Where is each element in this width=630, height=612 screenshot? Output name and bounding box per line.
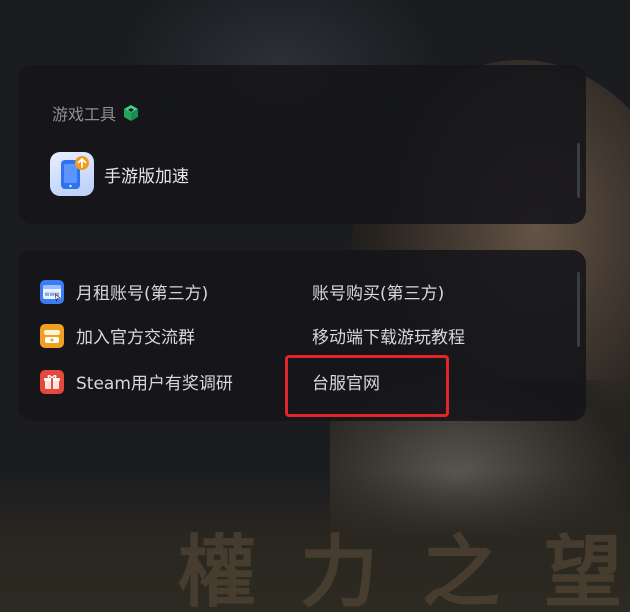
mobile-download-tutorial-link[interactable]: 移动端下载游玩教程 (312, 323, 465, 348)
browser-www-icon: www (40, 279, 64, 304)
join-official-group-link[interactable]: 加入官方交流群 (40, 323, 195, 348)
links-scrollbar[interactable] (577, 272, 580, 347)
background-game-title: 權力之望 (178, 527, 630, 612)
cube-icon (122, 104, 140, 122)
join-official-group-label: 加入官方交流群 (76, 328, 195, 348)
mobile-phone-icon (50, 152, 94, 196)
buy-account-label: 账号购买(第三方) (312, 284, 445, 304)
mobile-accelerate-label: 手游版加速 (104, 166, 189, 187)
mobile-accelerate-button[interactable]: 手游版加速 (50, 152, 189, 196)
tools-scrollbar[interactable] (577, 143, 580, 198)
buy-account-link[interactable]: 账号购买(第三方) (312, 279, 444, 304)
game-tools-title: 游戏工具 (52, 105, 117, 124)
app-window: 權力之望 游戏工具 手游版加速 www 月租账号(第三方) 加入官方交流群 St… (0, 0, 630, 612)
monthly-account-label: 月租账号(第三方) (76, 284, 209, 304)
gift-icon (40, 369, 64, 394)
steam-survey-label: Steam用户有奖调研 (76, 374, 233, 394)
mobile-download-tutorial-label: 移动端下载游玩教程 (312, 328, 465, 348)
monthly-account-link[interactable]: www 月租账号(第三方) (40, 279, 208, 304)
steam-survey-link[interactable]: Steam用户有奖调研 (40, 369, 233, 394)
highlight-annotation-box (285, 355, 449, 417)
game-tools-heading: 游戏工具 (52, 101, 140, 125)
group-chat-icon (40, 323, 64, 348)
game-tools-panel: 游戏工具 手游版加速 (18, 65, 586, 224)
